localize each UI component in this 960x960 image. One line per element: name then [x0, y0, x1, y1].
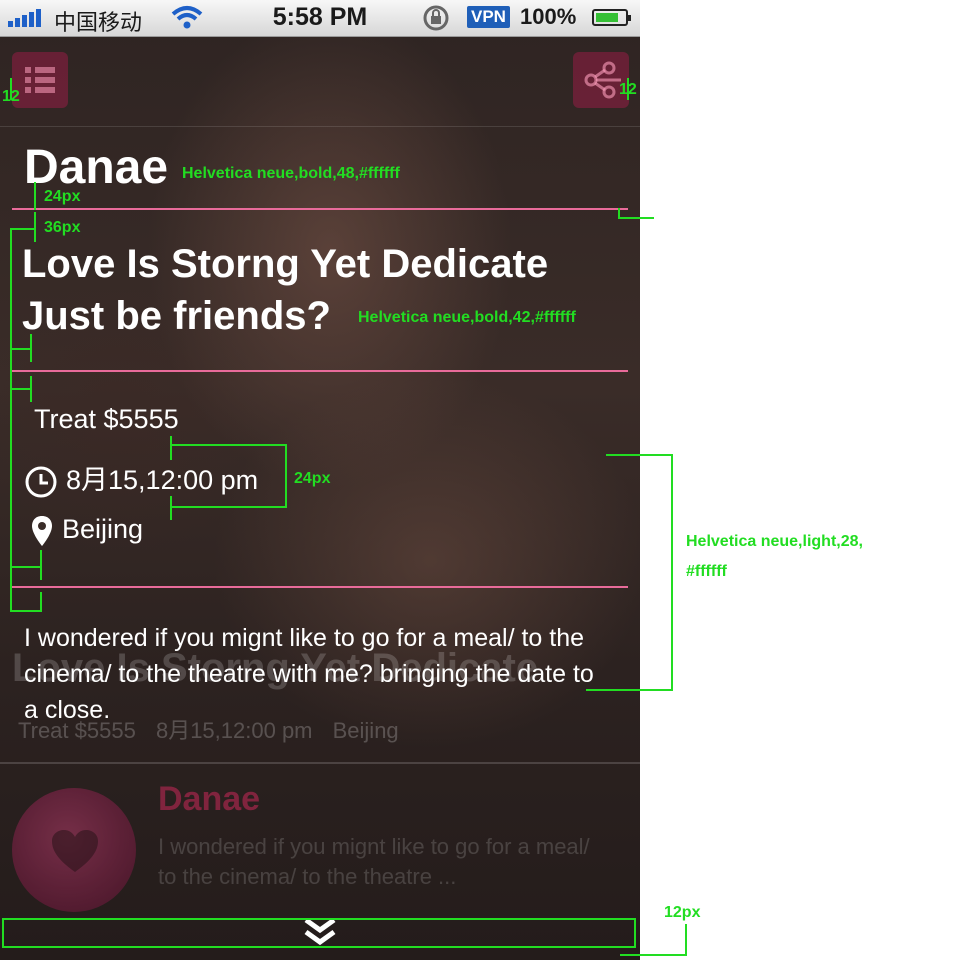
annotation-bracket: [40, 592, 42, 612]
annotation-bracket: [34, 182, 36, 210]
annotation-bracket: [10, 388, 32, 390]
annotation-bracket: [606, 454, 672, 456]
annotation-bracket: [170, 444, 286, 446]
annotation-name-spec: Helvetica neue,bold,48,#ffffff: [182, 165, 400, 182]
next-card-message-line-1: I wondered if you mignt like to go for a…: [158, 834, 590, 859]
annotation-bottom-box: [2, 918, 636, 948]
annotation-bracket: [30, 334, 32, 362]
next-card-title: Love Is Storng Yet Dedicate: [12, 646, 539, 690]
annotation-bracket: [10, 566, 42, 568]
share-network-icon: [584, 61, 621, 99]
next-card-name: Danae: [158, 780, 261, 818]
annotation-info-gap: 24px: [294, 470, 331, 487]
headline-line-1: Love Is Storng Yet Dedicate: [22, 242, 549, 286]
datetime-text: 8月15,12:00 pm: [66, 465, 259, 495]
annotation-bracket: [34, 212, 36, 242]
next-card-meta: Treat $5555 8月15,12:00 pm Beijing: [18, 713, 413, 745]
heart-icon: [52, 830, 98, 872]
divider-headline: [12, 370, 628, 372]
list-icon: [25, 67, 55, 93]
annotation-bracket: [285, 444, 287, 508]
next-card-message: I wondered if you mignt like to go for a…: [158, 832, 618, 892]
rotation-lock-icon: [423, 5, 449, 31]
divider-name: [12, 208, 628, 210]
annotation-margin-left: 12: [2, 88, 20, 105]
share-button[interactable]: [573, 52, 629, 108]
annotation-bracket: [10, 348, 32, 350]
header-divider: [0, 126, 640, 127]
annotation-bracket: [10, 610, 42, 612]
divider-info: [12, 586, 628, 588]
annotation-bottom-gap: 12px: [664, 904, 701, 921]
annotation-bracket: [10, 228, 12, 612]
card-separator: [0, 762, 640, 764]
annotation-body-spec-1: Helvetica neue,light,28,: [686, 533, 863, 550]
vpn-badge: VPN: [467, 6, 510, 28]
sender-name: Danae: [24, 141, 169, 194]
next-card-message-line-2: to the cinema/ to the theatre ...: [158, 864, 457, 889]
annotation-bracket: [170, 436, 172, 460]
location-text: Beijing: [62, 514, 144, 545]
annotation-body-spec-2: #ffffff: [686, 563, 727, 580]
next-card-datetime: 8月15,12:00 pm: [155, 718, 313, 743]
treat-amount: Treat $5555: [34, 404, 179, 434]
location-pin-icon: [32, 516, 52, 546]
annotation-headline-spec: Helvetica neue,bold,42,#ffffff: [358, 309, 576, 326]
annotation-gap-24: 24px: [44, 188, 81, 205]
next-card-treat: Treat $5555: [18, 718, 136, 743]
next-card-location: Beijing: [332, 718, 399, 743]
annotation-bracket: [671, 454, 673, 690]
annotation-bracket: [586, 689, 673, 691]
menu-button[interactable]: [12, 52, 68, 108]
location-row: Beijing: [30, 514, 143, 548]
like-heart-button[interactable]: [12, 788, 136, 912]
status-bar: 中国移动 5:58 PM VPN 100%: [0, 0, 640, 37]
annotation-gap-36: 36px: [44, 219, 81, 236]
annotation-bracket: [30, 376, 32, 402]
annotation-bracket: [620, 954, 686, 956]
annotation-bracket: [170, 506, 286, 508]
annotation-bracket: [618, 217, 654, 219]
battery-percent: 100%: [520, 4, 577, 29]
annotation-bracket: [10, 228, 36, 230]
battery-icon: [592, 9, 631, 26]
annotation-margin-right: 12: [619, 81, 637, 98]
annotation-bracket: [685, 924, 687, 956]
clock-icon: [25, 466, 57, 498]
datetime-row: 8月15,12:00 pm: [24, 458, 258, 499]
annotation-bracket: [170, 496, 172, 520]
annotation-bracket: [40, 550, 42, 580]
